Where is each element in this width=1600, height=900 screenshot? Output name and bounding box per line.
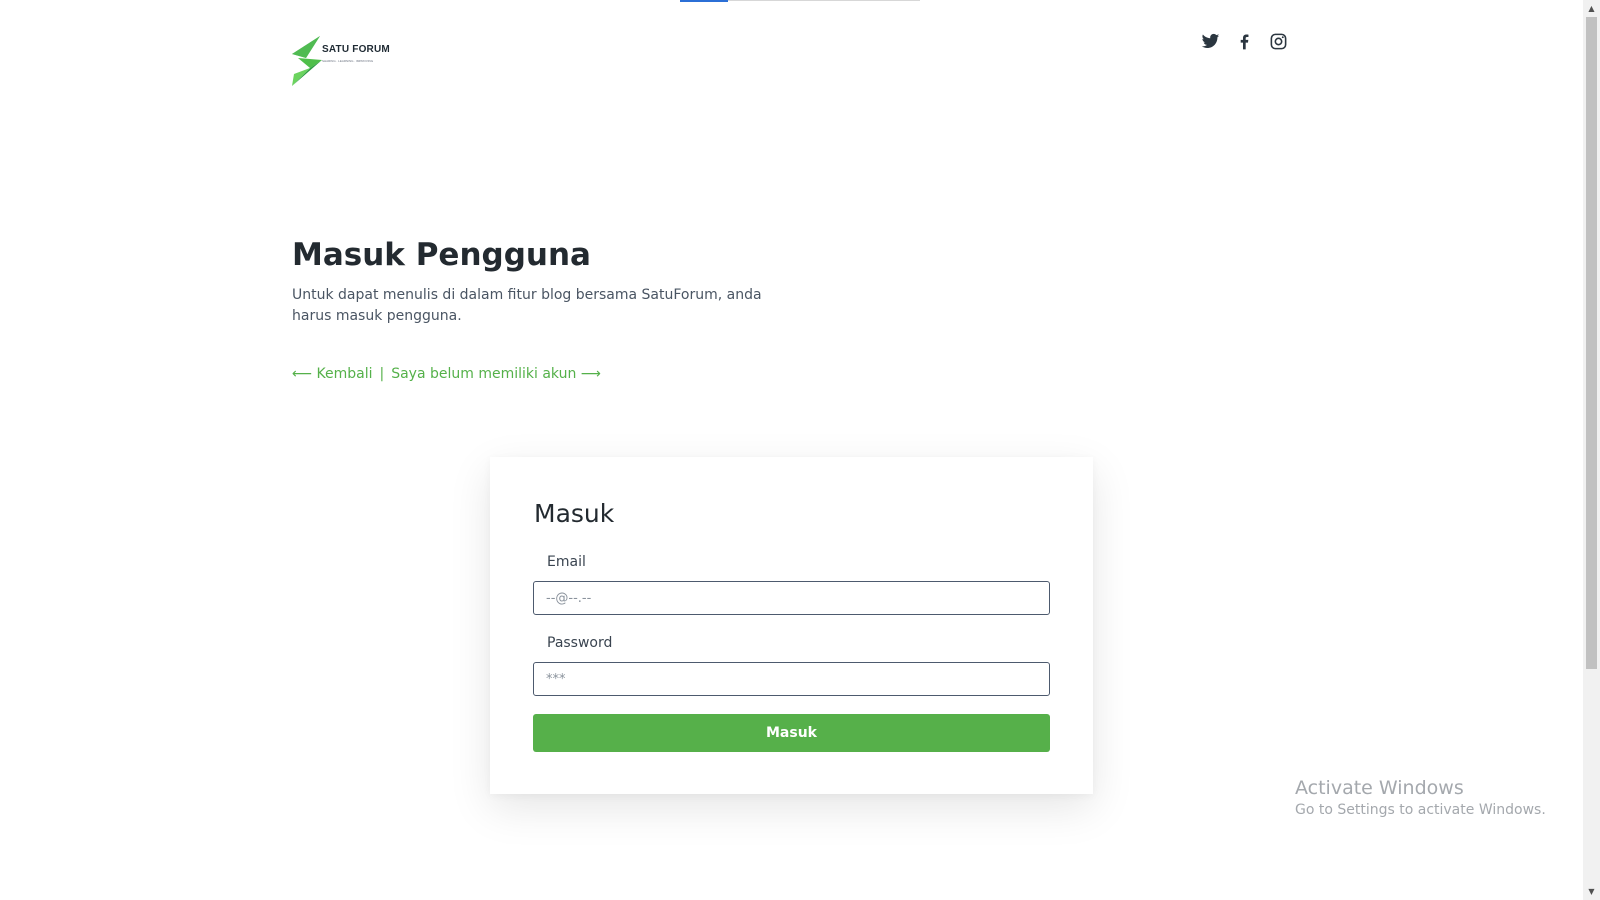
windows-activation-watermark: Activate Windows Go to Settings to activ… [1295,776,1546,820]
email-label: Email [547,554,586,570]
facebook-icon [1240,34,1249,50]
page-load-progress-bar [680,0,920,2]
satu-forum-logo-mark [292,36,322,86]
login-card-title: Masuk [534,499,615,528]
scroll-up-arrow-icon[interactable]: ▲ [1583,0,1600,17]
login-page: SATU FORUM SHARING . LEARNING . IMPROVIN… [0,0,1600,900]
login-submit-button[interactable]: Masuk [533,714,1050,752]
scroll-down-arrow-icon[interactable]: ▼ [1583,883,1600,900]
page-title: Masuk Pengguna [292,237,591,273]
page-description: Untuk dapat menulis di dalam fitur blog … [292,287,762,324]
password-label: Password [547,635,613,651]
instagram-icon [1270,33,1287,50]
auth-nav-links: ⟵ Kembali | Saya belum memiliki akun ⟶ [292,366,601,382]
instagram-link[interactable] [1268,31,1289,52]
back-link[interactable]: ⟵ Kembali [292,366,373,382]
twitter-icon [1201,33,1220,48]
logo-tagline: SHARING . LEARNING . IMPROVING [322,59,374,63]
page-load-progress-fill [680,0,728,2]
link-separator: | [379,366,385,382]
facebook-link[interactable] [1234,31,1255,52]
watermark-subtitle: Go to Settings to activate Windows. [1295,802,1546,818]
register-link[interactable]: Saya belum memiliki akun ⟶ [391,366,601,382]
vertical-scrollbar[interactable]: ▲ ▼ [1583,0,1600,900]
email-input[interactable] [533,581,1050,615]
watermark-title: Activate Windows [1295,777,1464,799]
social-links [1200,31,1289,52]
login-card: Masuk Email Password Masuk [490,457,1093,794]
scrollbar-thumb[interactable] [1586,17,1597,669]
password-input[interactable] [533,662,1050,696]
satu-forum-logo[interactable]: SATU FORUM SHARING . LEARNING . IMPROVIN… [292,36,402,86]
logo-brand-name: SATU FORUM [322,44,390,55]
twitter-link[interactable] [1200,31,1221,52]
